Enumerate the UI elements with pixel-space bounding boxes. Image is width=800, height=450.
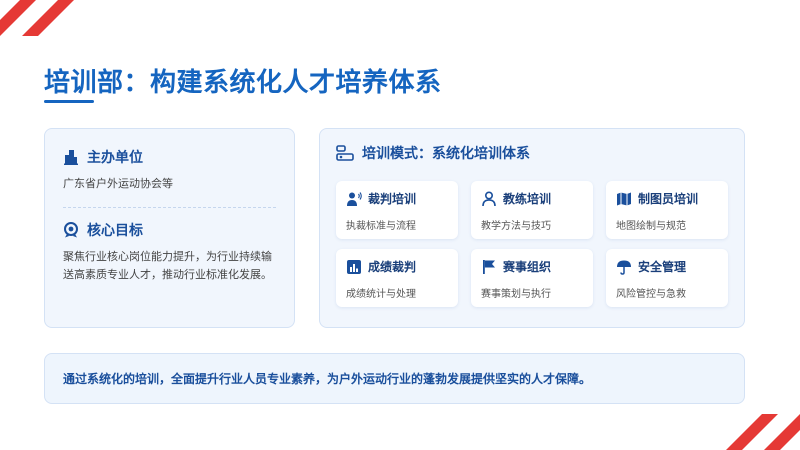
building-icon — [63, 149, 79, 165]
flag-icon — [481, 259, 497, 275]
section-divider — [63, 207, 276, 208]
card-title: 裁判培训 — [368, 192, 417, 206]
goal-section-header: 核心目标 — [63, 220, 276, 240]
card-title: 成绩裁判 — [368, 260, 417, 274]
card-event-organization: 赛事组织 赛事策划与执行 — [471, 249, 593, 307]
target-icon — [63, 222, 79, 238]
training-mode-header: 培训模式：系统化培训体系 — [336, 143, 728, 163]
training-mode-icon — [336, 145, 354, 161]
card-coach-training: 教练培训 教学方法与技巧 — [471, 181, 593, 239]
card-desc: 地图绘制与规范 — [616, 221, 686, 232]
summary-bar: 通过系统化的培训，全面提升行业人员专业素养，为户外运动行业的蓬勃发展提供坚实的人… — [44, 353, 745, 404]
organization-panel: 主办单位 广东省户外运动协会等 核心目标 聚焦行业核心岗位能力提升，为行业持续输… — [44, 128, 295, 328]
chart-icon — [346, 259, 362, 275]
card-desc: 执裁标准与流程 — [346, 221, 416, 232]
umbrella-icon — [616, 259, 632, 275]
corner-stripes-bottom-right — [726, 414, 800, 450]
card-title: 制图员培训 — [638, 192, 699, 206]
corner-stripes-top-left — [0, 0, 74, 36]
goal-label: 核心目标 — [87, 223, 143, 239]
host-text: 广东省户外运动协会等 — [63, 177, 173, 190]
card-mapmaker-training: 制图员培训 地图绘制与规范 — [606, 181, 728, 239]
card-desc: 风险管控与急救 — [616, 289, 686, 300]
card-title: 赛事组织 — [503, 260, 552, 274]
title-underline — [44, 100, 94, 103]
host-label: 主办单位 — [87, 150, 143, 166]
goal-text: 聚焦行业核心岗位能力提升，为行业持续输送高素质专业人才，推动行业标准化发展。 — [63, 250, 272, 281]
card-referee-training: 裁判培训 执裁标准与流程 — [336, 181, 458, 239]
page-title: 培训部：构建系统化人才培养体系 — [44, 68, 442, 98]
map-icon — [616, 191, 632, 207]
card-title: 教练培训 — [503, 192, 552, 206]
training-cards-grid: 裁判培训 执裁标准与流程 教练培训 教学方法与技巧 制图员培训 地图绘制与规范 … — [336, 181, 728, 307]
coach-icon — [481, 190, 497, 207]
referee-icon — [346, 191, 362, 207]
card-score-referee: 成绩裁判 成绩统计与处理 — [336, 249, 458, 307]
host-section-header: 主办单位 — [63, 147, 276, 167]
card-desc: 赛事策划与执行 — [481, 289, 551, 300]
training-mode-label: 培训模式：系统化培训体系 — [362, 146, 530, 162]
card-title: 安全管理 — [638, 260, 687, 274]
training-mode-panel: 培训模式：系统化培训体系 裁判培训 执裁标准与流程 教练培训 教学方法与技巧 制… — [319, 128, 745, 328]
card-desc: 成绩统计与处理 — [346, 289, 416, 300]
card-desc: 教学方法与技巧 — [481, 221, 551, 232]
card-safety-management: 安全管理 风险管控与急救 — [606, 249, 728, 307]
